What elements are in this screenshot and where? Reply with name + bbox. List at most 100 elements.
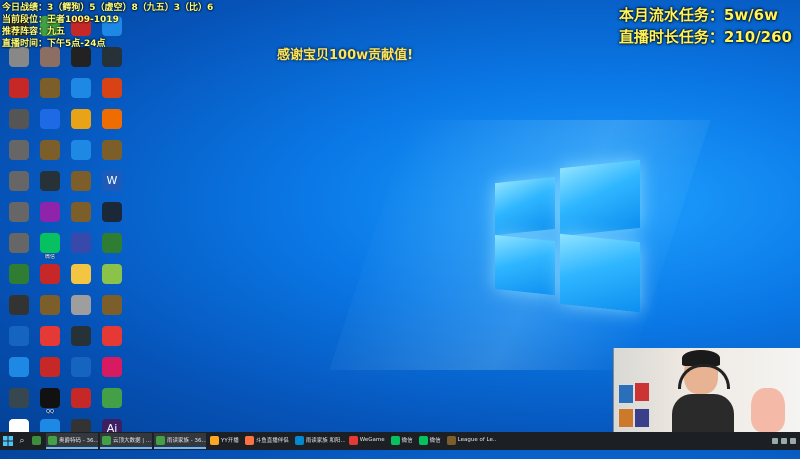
taskbar-item[interactable]: 雨读家族 和阳... [293, 433, 345, 449]
app-icon [40, 109, 60, 129]
app-icon [40, 202, 60, 222]
app-icon [40, 233, 60, 253]
taskbar-app-icon [156, 435, 165, 445]
desktop-icon-label: 微信 [44, 254, 55, 260]
taskbar-items: 奥爵特码 - 36... 云顶大数据 | ... 雨读家族 - 36... YY开播 斗… [28, 433, 497, 449]
app-icon [102, 47, 122, 67]
taskbar-item[interactable]: 斗鱼直播伴侣 [243, 433, 291, 449]
app-icon [102, 357, 122, 377]
app-icon [9, 171, 29, 191]
app-icon [40, 140, 60, 160]
desktop-icon-label: QQ [46, 409, 54, 415]
stats-line-time: 直播时间：下午5点-24点 [2, 39, 106, 49]
thanks-banner: 感谢宝贝100w贡献值! [277, 48, 414, 63]
webcam-feed [613, 348, 800, 434]
taskbar-item-label: 雨读家族 - 36... [167, 438, 206, 444]
stats-line-rank: 当前段位：王者1009-1019 [2, 15, 119, 25]
app-icon [102, 295, 122, 315]
app-icon [102, 264, 122, 284]
app-icon [102, 78, 122, 98]
tray-icon [772, 438, 778, 444]
system-tray[interactable] [772, 438, 800, 444]
app-icon [9, 202, 29, 222]
app-icon [9, 47, 29, 67]
app-icon [71, 109, 91, 129]
app-icon [71, 388, 91, 408]
taskbar: ⌕ 奥爵特码 - 36... 云顶大数据 | ... 雨读家族 - 36... YY开… [0, 432, 800, 450]
taskbar-item[interactable]: WeGame [347, 433, 387, 449]
app-icon [71, 233, 91, 253]
wall-poster [634, 408, 650, 428]
taskbar-item-label: League of Le... [457, 437, 497, 443]
windows-start-icon [3, 436, 13, 446]
taskbar-item-label: 斗鱼直播伴侣 [255, 438, 289, 444]
app-icon [71, 78, 91, 98]
app-icon [9, 264, 29, 284]
app-icon [9, 109, 29, 129]
taskbar-app-icon [294, 435, 304, 445]
taskbar-item-label: 云顶大数据 | ... [113, 438, 152, 444]
app-icon [9, 295, 29, 315]
wall-poster [618, 384, 634, 404]
app-icon [102, 388, 122, 408]
app-icon [40, 388, 60, 408]
taskbar-item-label: 微信 [401, 438, 413, 444]
search-icon[interactable]: ⌕ [16, 436, 28, 446]
start-button[interactable] [0, 432, 16, 450]
app-icon [9, 78, 29, 98]
app-icon [9, 140, 29, 160]
stats-line-lineup: 推荐阵容：九五 [2, 27, 66, 37]
app-icon: W [102, 171, 122, 191]
tray-icon [790, 438, 796, 444]
app-icon [40, 295, 60, 315]
app-icon [71, 47, 91, 67]
app-icon [71, 140, 91, 160]
taskbar-item[interactable] [30, 433, 44, 449]
tray-icon [781, 438, 787, 444]
taskbar-app-icon [446, 435, 456, 445]
stream-stats-overlay: 今日战绩：3（鳄狗）5（虚空）8（九五）3（比）6 当前段位：王者1009-10… [2, 2, 213, 50]
taskbar-item[interactable]: 微信 [389, 433, 415, 449]
taskbar-item-label: 微信 [429, 438, 441, 444]
taskbar-app-icon [210, 435, 219, 445]
app-icon [9, 326, 29, 346]
app-icon [40, 264, 60, 284]
taskbar-item-label: 奥爵特码 - 36... [59, 438, 98, 444]
taskbar-item[interactable]: League of Le... [445, 433, 497, 449]
task-duration: 直播时长任务：210/260 [618, 28, 792, 46]
taskbar-app-icon [102, 435, 111, 445]
app-icon [71, 202, 91, 222]
taskbar-item[interactable]: 微信 [417, 433, 443, 449]
taskbar-app-icon [48, 435, 57, 445]
taskbar-item[interactable]: 雨读家族 - 36... [154, 433, 206, 449]
app-icon [102, 140, 122, 160]
task-flow: 本月流水任务：5w/6w [618, 6, 778, 24]
wall-poster [618, 408, 634, 428]
taskbar-app-icon [32, 435, 41, 445]
stats-line-record: 今日战绩：3（鳄狗）5（虚空）8（九五）3（比）6 [2, 3, 214, 13]
stream-task-overlay: 本月流水任务：5w/6w 直播时长任务：210/260 [619, 4, 792, 48]
taskbar-app-icon [390, 435, 400, 445]
app-icon [40, 326, 60, 346]
taskbar-item[interactable]: YY开播 [208, 433, 241, 449]
app-icon [71, 357, 91, 377]
app-icon [40, 357, 60, 377]
streamer-body [672, 394, 734, 434]
app-icon [9, 233, 29, 253]
taskbar-item[interactable]: 云顶大数据 | ... [100, 433, 152, 449]
app-icon [102, 326, 122, 346]
app-icon [9, 357, 29, 377]
taskbar-app-icon [348, 435, 358, 445]
taskbar-app-icon [418, 435, 428, 445]
plush-toy [751, 388, 785, 432]
taskbar-app-icon [244, 435, 254, 445]
app-icon [40, 47, 60, 67]
app-icon [102, 202, 122, 222]
wall-poster [634, 382, 650, 402]
app-icon [71, 264, 91, 284]
taskbar-item-label: 雨读家族 和阳... [305, 438, 345, 444]
app-icon [71, 326, 91, 346]
app-icon [40, 78, 60, 98]
app-icon [71, 171, 91, 191]
taskbar-item[interactable]: 奥爵特码 - 36... [46, 433, 98, 449]
